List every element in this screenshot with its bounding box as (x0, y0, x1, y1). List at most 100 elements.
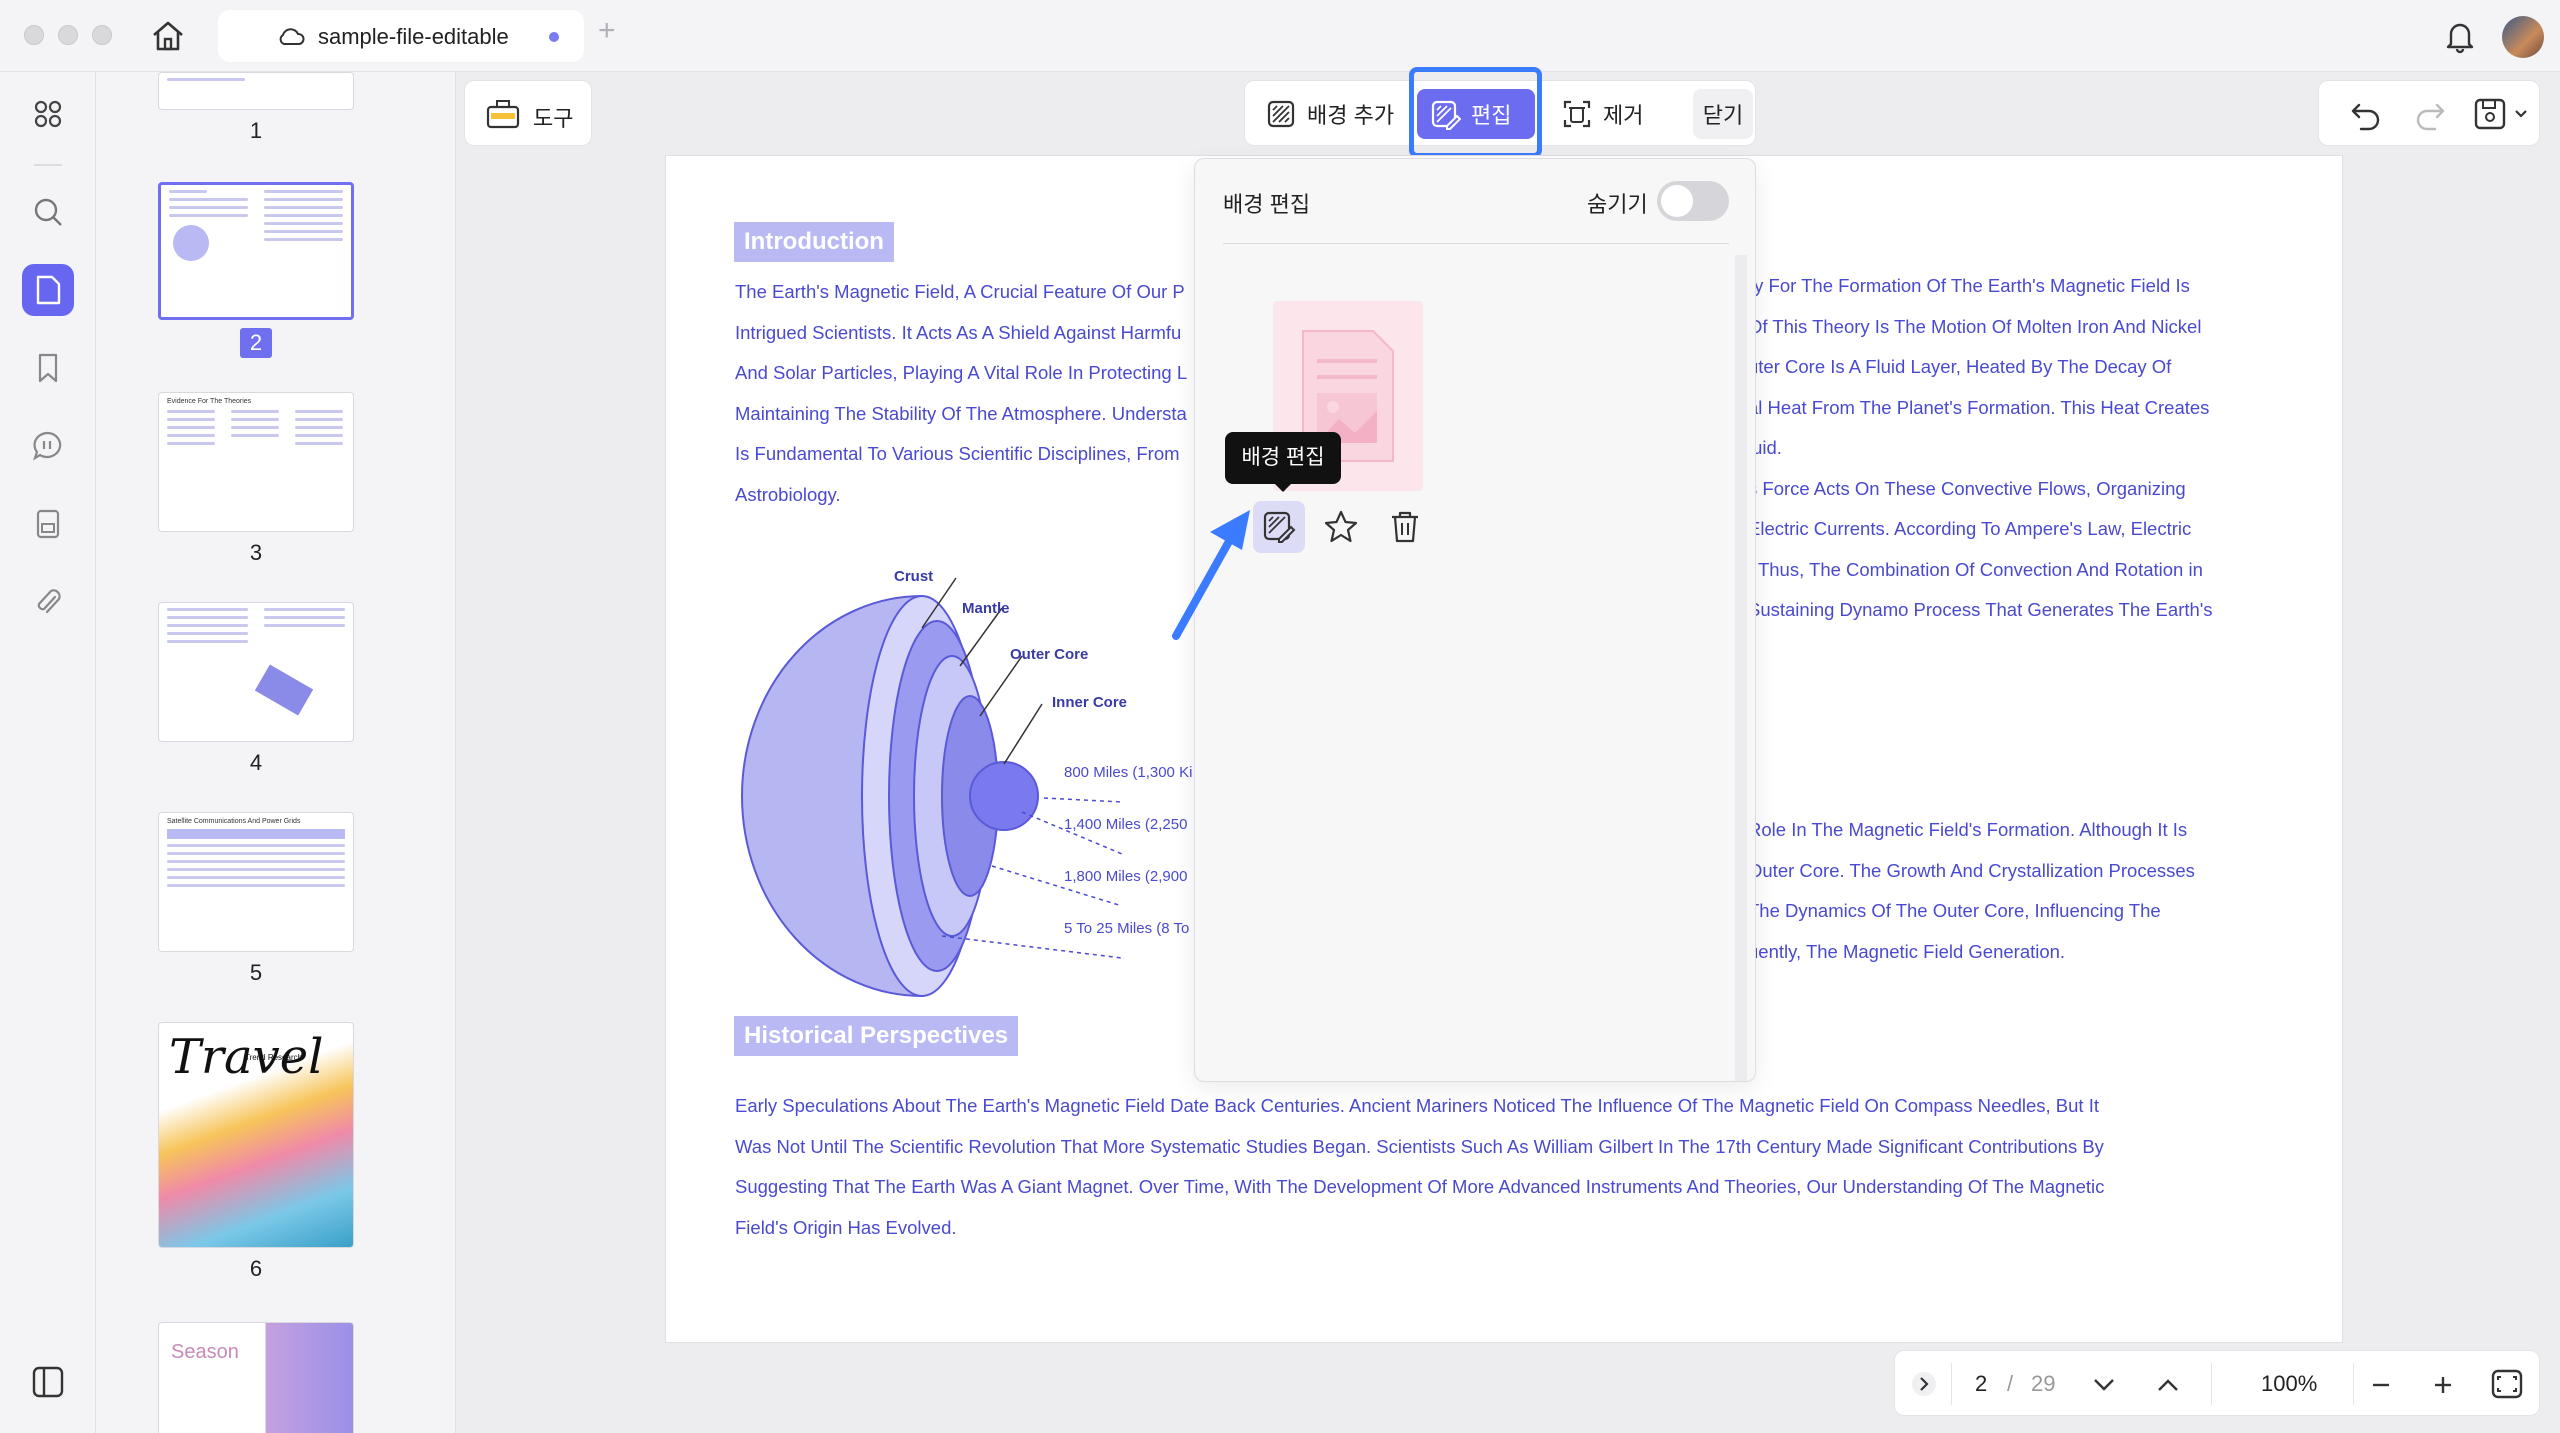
zoom-window-button[interactable] (92, 25, 112, 45)
thumbnail-number: 3 (249, 540, 263, 565)
hide-label: 숨기기 (1587, 192, 1648, 217)
background-edit-panel: 배경 편집 숨기기 (1194, 158, 1756, 1082)
close-background-button[interactable]: 닫기 (1693, 89, 1753, 139)
thumbnail-page-4[interactable] (158, 602, 354, 742)
title-bar: sample-file-editable + (0, 0, 2560, 72)
undo-icon[interactable] (2349, 97, 2383, 131)
form-icon (36, 509, 60, 539)
rail-item-forms[interactable] (22, 498, 74, 550)
close-window-button[interactable] (24, 25, 44, 45)
rail-item-comments[interactable] (22, 420, 74, 472)
right-paragraph-1: ry For The Formation Of The Earth's Magn… (1748, 275, 2213, 620)
edit-background-icon (1263, 511, 1296, 543)
chevron-down-icon[interactable] (2091, 1373, 2117, 1397)
thumbnail-page-1[interactable] (158, 72, 354, 110)
avatar[interactable] (2502, 16, 2544, 58)
historical-paragraph: Early Speculations About The Earth's Mag… (735, 1095, 2105, 1238)
current-page-input[interactable]: 2 (1975, 1371, 1987, 1397)
page-separator: / (2007, 1371, 2014, 1396)
bell-icon[interactable] (2442, 18, 2478, 54)
annotation-arrow (1172, 510, 1250, 640)
tools-label: 도구 (533, 106, 574, 131)
nav-divider (1951, 1363, 1952, 1405)
rail-item-pages[interactable] (22, 264, 74, 316)
total-pages: 29 (2031, 1371, 2056, 1396)
page-icon (36, 275, 61, 305)
cloud-icon (279, 28, 305, 45)
rail-divider (34, 164, 62, 166)
save-icon[interactable] (2471, 95, 2509, 133)
thumbnail-number: 6 (249, 1256, 263, 1281)
right-paragraph-2: Role In The Magnetic Field's Formation. … (1748, 819, 2195, 962)
grid-icon (34, 100, 62, 128)
chevron-down-icon[interactable] (2513, 107, 2529, 121)
chevron-up-icon[interactable] (2155, 1373, 2181, 1397)
thumbnail-number: 4 (249, 750, 263, 775)
thumbnail-number: 1 (249, 118, 263, 143)
thumbnail-number-selected: 2 (96, 328, 416, 358)
label-distance-3: 1,800 Miles (2,900 (1064, 868, 1188, 885)
label-mantle: Mantle (962, 600, 1010, 617)
thumbnail-page-6[interactable]: Travel Trend Research (158, 1022, 354, 1248)
fit-page-icon[interactable] (2489, 1367, 2525, 1401)
nav-divider (2211, 1363, 2212, 1405)
page-navigation: 2 / 29 100% (1894, 1350, 2540, 1416)
label-inner-core: Inner Core (1052, 694, 1128, 711)
label-crust: Crust (894, 568, 934, 585)
thumbnail-panel: 1 2 Evidence For The Theories 3 4 Satell… (96, 72, 456, 1433)
label-distance-4: 5 To 25 Miles (8 To (1064, 920, 1190, 937)
rail-item-bookmarks[interactable] (22, 342, 74, 394)
thumbnail-page-2[interactable] (158, 182, 354, 320)
remove-background-icon (1563, 100, 1591, 128)
search-icon (34, 198, 62, 226)
rail-item-apps[interactable] (22, 88, 74, 140)
history-toolbar (2318, 80, 2540, 146)
toggle-knob (1661, 185, 1693, 217)
thumbnail-page-5[interactable]: Satellite Communications And Power Grids (158, 812, 354, 952)
expand-nav-icon[interactable] (1909, 1369, 1939, 1399)
home-icon[interactable] (148, 16, 188, 56)
toolbox-icon (486, 100, 520, 129)
trash-icon (1392, 511, 1418, 543)
edit-background-item-button[interactable] (1253, 501, 1305, 553)
delete-background-button[interactable] (1379, 501, 1431, 553)
hide-toggle[interactable] (1657, 181, 1729, 221)
add-background-icon (1267, 100, 1295, 128)
zoom-level[interactable]: 100% (2261, 1371, 2317, 1397)
minimize-window-button[interactable] (58, 25, 78, 45)
heading-introduction: Introduction (734, 222, 894, 262)
left-rail (0, 72, 96, 1433)
panel-divider (1223, 243, 1729, 244)
new-tab-button[interactable]: + (598, 14, 616, 48)
intro-paragraph: The Earth's Magnetic Field, A Crucial Fe… (735, 281, 1188, 505)
heading-historical-perspectives: Historical Perspectives (734, 1016, 1019, 1056)
zoom-out-icon[interactable] (2369, 1373, 2393, 1397)
label-distance-2: 1,400 Miles (2,250 (1064, 816, 1188, 833)
tools-button[interactable]: 도구 (464, 80, 592, 146)
nav-divider (2353, 1363, 2354, 1405)
favorite-background-button[interactable] (1315, 501, 1367, 553)
panel-title: 배경 편집 (1223, 192, 1311, 217)
add-background-button[interactable]: 배경 추가 (1253, 89, 1394, 139)
rail-item-attachments[interactable] (22, 576, 74, 628)
label-distance-1: 800 Miles (1,300 Ki (1064, 764, 1193, 781)
redo-icon[interactable] (2413, 97, 2447, 131)
bookmark-icon (38, 353, 58, 383)
tooltip: 배경 편집 (1225, 432, 1341, 492)
tab-title: sample-file-editable (318, 24, 509, 49)
rail-item-search[interactable] (22, 186, 74, 238)
remove-background-button[interactable]: 제거 (1549, 89, 1643, 139)
panel-scrollbar[interactable] (1735, 255, 1747, 1081)
zoom-in-icon[interactable] (2431, 1373, 2455, 1397)
edit-highlight-frame (1409, 67, 1542, 158)
thumbnail-page-3[interactable]: Evidence For The Theories (158, 392, 354, 532)
comment-icon (33, 431, 62, 461)
document-tab[interactable]: sample-file-editable (218, 10, 584, 62)
thumbnail-number: 5 (249, 960, 263, 985)
sidebar-toggle-icon[interactable] (28, 1362, 68, 1402)
star-icon (1324, 510, 1358, 543)
paperclip-icon (37, 589, 61, 614)
thumbnail-page-7[interactable]: Season (158, 1322, 354, 1433)
unsaved-dot (549, 32, 559, 42)
label-outer-core: Outer Core (1010, 646, 1089, 663)
